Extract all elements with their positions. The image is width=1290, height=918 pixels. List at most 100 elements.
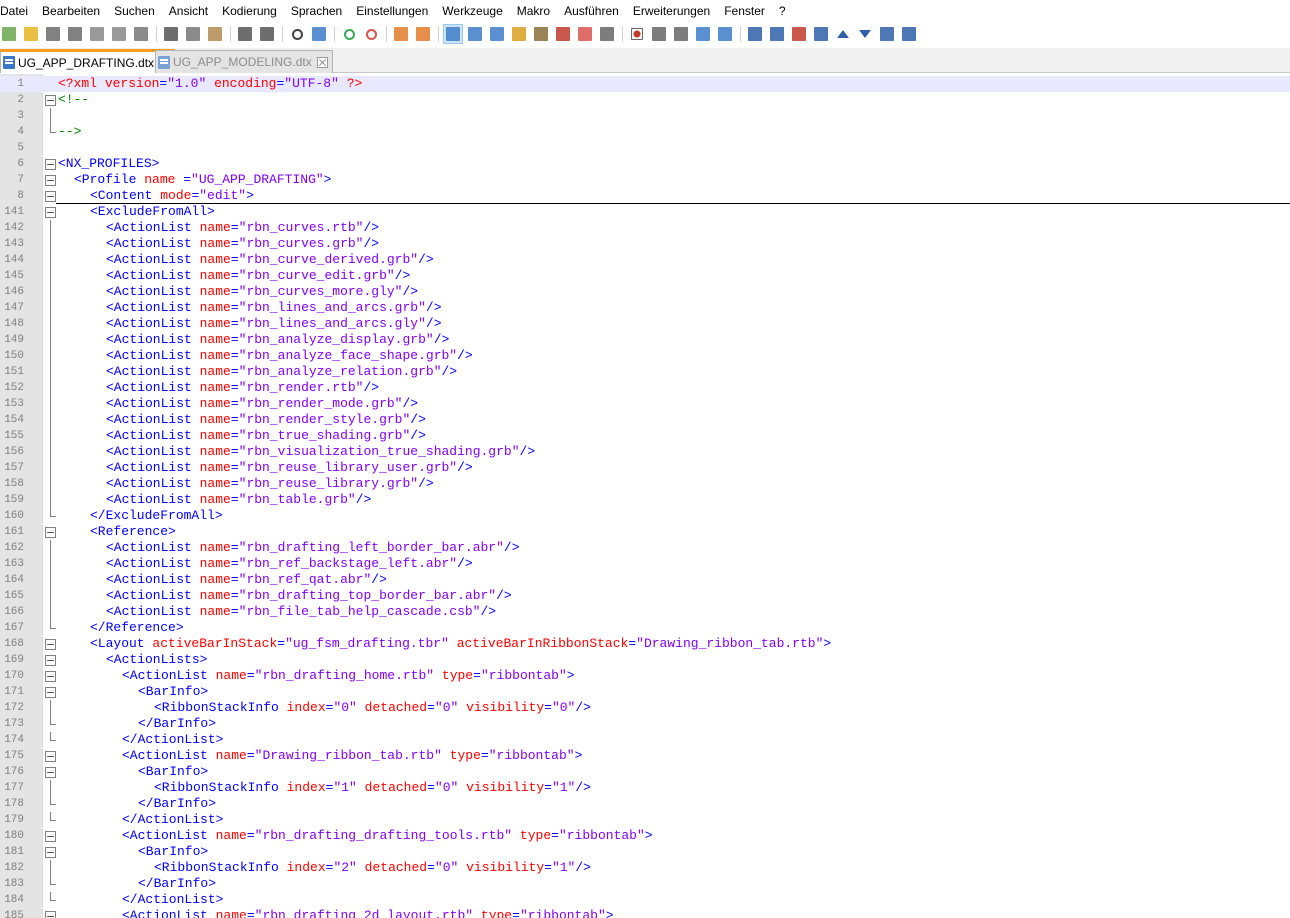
tab-ug-app-modeling[interactable]: UG_APP_MODELING.dtx [155,50,333,73]
function-list-button[interactable] [554,25,572,43]
code-line[interactable]: 172 <RibbonStackInfo index="0" detached="… [0,700,1290,716]
replace-button[interactable] [310,25,328,43]
close-button[interactable] [88,25,106,43]
fold-toggle-icon[interactable] [44,188,56,204]
code-line[interactable]: 156 <ActionList name="rbn_visualization_t… [0,444,1290,460]
code-line[interactable]: 180 <ActionList name="rbn_drafting_drafti… [0,828,1290,844]
print-button[interactable] [132,25,150,43]
fold-toggle-icon[interactable] [44,204,56,220]
code-line[interactable]: 167 </Reference> [0,620,1290,636]
code-line[interactable]: 183 </BarInfo> [0,876,1290,892]
sync-horizontal-button[interactable] [414,25,432,43]
fold-toggle-icon[interactable] [44,828,56,844]
zoom-in-button[interactable] [340,25,358,43]
record-macro-button[interactable] [628,25,646,43]
code-line[interactable]: 173 </BarInfo> [0,716,1290,732]
code-line[interactable]: 161 <Reference> [0,524,1290,540]
code-line[interactable]: 146 <ActionList name="rbn_curves_more.gly… [0,284,1290,300]
show-all-chars-button[interactable] [466,25,484,43]
code-line[interactable]: 154 <ActionList name="rbn_render_style.gr… [0,412,1290,428]
code-line[interactable]: 179 </ActionList> [0,812,1290,828]
code-line[interactable]: 142 <ActionList name="rbn_curves.rtb"/> [0,220,1290,236]
fold-toggle-icon[interactable] [44,764,56,780]
close-tab-icon[interactable] [316,56,328,68]
code-line[interactable]: 158 <ActionList name="rbn_reuse_library.g… [0,476,1290,492]
menu-item-datei[interactable]: Datei [0,0,35,22]
monitor-button[interactable] [598,25,616,43]
code-line[interactable]: 153 <ActionList name="rbn_render_mode.grb… [0,396,1290,412]
stop-macro-button[interactable] [650,25,668,43]
fold-toggle-icon[interactable] [44,92,56,108]
tab-ug-app-drafting[interactable]: UG_APP_DRAFTING.dtx [0,49,176,73]
code-line[interactable]: 170 <ActionList name="rbn_drafting_home.r… [0,668,1290,684]
collapse-button[interactable] [812,25,830,43]
menu-item-kodierung[interactable]: Kodierung [215,0,284,22]
fold-toggle-icon[interactable] [44,908,56,918]
code-line[interactable]: 159 <ActionList name="rbn_table.grb"/> [0,492,1290,508]
udl-button[interactable] [510,25,528,43]
new-file-button[interactable] [0,25,18,43]
compare-prev-button[interactable] [790,25,808,43]
menu-item--[interactable]: ? [772,0,793,22]
code-line[interactable]: 151 <ActionList name="rbn_analyze_relatio… [0,364,1290,380]
code-line[interactable]: 166 <ActionList name="rbn_file_tab_help_c… [0,604,1290,620]
panel-button[interactable] [900,25,918,43]
code-line[interactable]: 174 </ActionList> [0,732,1290,748]
undo-button[interactable] [236,25,254,43]
code-line[interactable]: 143 <ActionList name="rbn_curves.grb"/> [0,236,1290,252]
run-macro-multiple-button[interactable] [694,25,712,43]
code-line[interactable]: 162 <ActionList name="rbn_drafting_left_b… [0,540,1290,556]
open-file-button[interactable] [22,25,40,43]
copy-button[interactable] [184,25,202,43]
paste-button[interactable] [206,25,224,43]
menu-item-bearbeiten[interactable]: Bearbeiten [35,0,107,22]
code-line[interactable]: 150 <ActionList name="rbn_analyze_face_sh… [0,348,1290,364]
code-line[interactable]: 184 </ActionList> [0,892,1290,908]
code-line[interactable]: 145 <ActionList name="rbn_curve_edit.grb"… [0,268,1290,284]
code-line[interactable]: 178 </BarInfo> [0,796,1290,812]
code-line[interactable]: 144 <ActionList name="rbn_curve_derived.g… [0,252,1290,268]
code-line[interactable]: 163 <ActionList name="rbn_ref_backstage_l… [0,556,1290,572]
code-line[interactable]: 5 [0,140,1290,156]
menu-item-suchen[interactable]: Suchen [107,0,162,22]
folder-workspace-button[interactable] [576,25,594,43]
code-line[interactable]: 171 <BarInfo> [0,684,1290,700]
code-line[interactable]: 3 [0,108,1290,124]
close-all-button[interactable] [110,25,128,43]
code-line[interactable]: 1 <?xml version="1.0" encoding="UTF-8" ?> [0,76,1290,92]
code-line[interactable]: 157 <ActionList name="rbn_reuse_library_u… [0,460,1290,476]
cut-button[interactable] [162,25,180,43]
sum-button[interactable] [878,25,896,43]
code-line[interactable]: 7 <Profile name ="UG_APP_DRAFTING"> [0,172,1290,188]
code-line[interactable]: 6 <NX_PROFILES> [0,156,1290,172]
up-arrow-button[interactable] [834,25,852,43]
code-line[interactable]: 149 <ActionList name="rbn_analyze_display… [0,332,1290,348]
code-line[interactable]: 175 <ActionList name="Drawing_ribbon_tab.… [0,748,1290,764]
code-line[interactable]: 169 <ActionLists> [0,652,1290,668]
menu-item-einstellungen[interactable]: Einstellungen [349,0,435,22]
code-line[interactable]: 8 <Content mode="edit"> [0,188,1290,204]
code-line[interactable]: 168 <Layout activeBarInStack="ug_fsm_draf… [0,636,1290,652]
save-macro-button[interactable] [716,25,734,43]
code-line[interactable]: 2 <!-- [0,92,1290,108]
compare-button[interactable] [746,25,764,43]
save-button[interactable] [44,25,62,43]
code-line[interactable]: 148 <ActionList name="rbn_lines_and_arcs.… [0,316,1290,332]
menu-item-erweiterungen[interactable]: Erweiterungen [626,0,717,22]
menu-item-fenster[interactable]: Fenster [717,0,772,22]
fold-toggle-icon[interactable] [44,748,56,764]
fold-toggle-icon[interactable] [44,172,56,188]
fold-toggle-icon[interactable] [44,684,56,700]
word-wrap-button[interactable] [443,24,463,44]
menu-item-werkzeuge[interactable]: Werkzeuge [435,0,509,22]
doc-map-button[interactable] [532,25,550,43]
fold-toggle-icon[interactable] [44,636,56,652]
zoom-out-button[interactable] [362,25,380,43]
indent-guide-button[interactable] [488,25,506,43]
fold-toggle-icon[interactable] [44,668,56,684]
sync-vertical-button[interactable] [392,25,410,43]
code-line[interactable]: 182 <RibbonStackInfo index="2" detached="… [0,860,1290,876]
code-line[interactable]: 155 <ActionList name="rbn_true_shading.gr… [0,428,1290,444]
fold-toggle-icon[interactable] [44,844,56,860]
fold-toggle-icon[interactable] [44,652,56,668]
